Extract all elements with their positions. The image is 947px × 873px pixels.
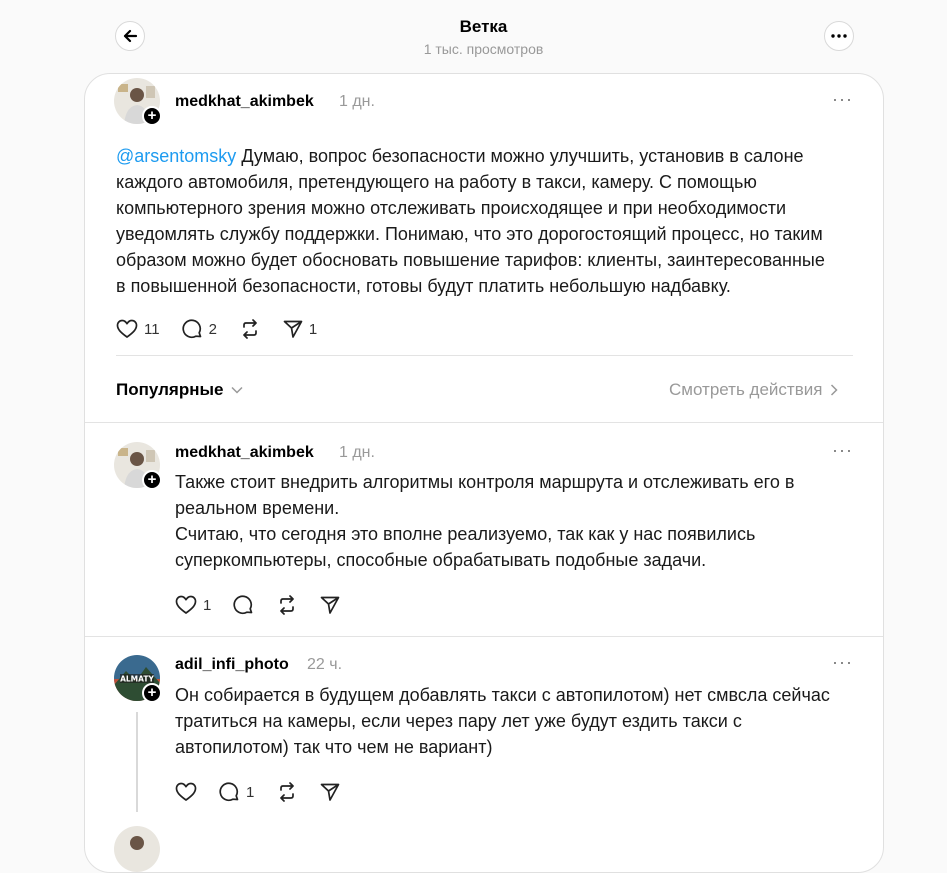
see-actions-label: Смотреть действия bbox=[669, 380, 823, 399]
post-text: @arsentomsky Думаю, вопрос безопасности … bbox=[116, 146, 825, 296]
reply-text: Он собирается в будущем добавлять такси … bbox=[175, 685, 830, 757]
reply-username[interactable]: medkhat_akimbek bbox=[175, 444, 314, 462]
comment-icon bbox=[219, 781, 239, 801]
post-username[interactable]: medkhat_akimbek bbox=[175, 93, 314, 111]
mention-link[interactable]: @arsentomsky bbox=[116, 146, 236, 166]
divider bbox=[85, 422, 883, 423]
repost-icon bbox=[280, 595, 295, 615]
reply-actions: 1 bbox=[175, 780, 362, 804]
reply-username[interactable]: adil_infi_photo bbox=[175, 656, 289, 674]
avatar[interactable] bbox=[114, 826, 160, 872]
share-button[interactable] bbox=[320, 782, 340, 802]
views-count: 1 тыс. просмотров bbox=[423, 41, 544, 57]
post-more-icon[interactable]: ··· bbox=[832, 89, 853, 110]
send-icon bbox=[320, 783, 340, 801]
repost-button[interactable] bbox=[239, 319, 261, 339]
thread-connector-line bbox=[136, 712, 138, 812]
reply-time: 1 дн. bbox=[339, 444, 375, 461]
see-actions-link[interactable]: Смотреть действия bbox=[669, 380, 838, 400]
reply-more-icon[interactable]: ··· bbox=[832, 440, 853, 461]
follow-plus-icon[interactable]: + bbox=[142, 683, 162, 703]
send-icon bbox=[320, 596, 340, 614]
share-count: 1 bbox=[308, 320, 318, 338]
heart-icon bbox=[175, 782, 197, 801]
more-horizontal-icon bbox=[831, 34, 847, 38]
post-actions: 11 2 1 bbox=[116, 317, 339, 341]
send-icon bbox=[283, 320, 303, 338]
reply-button[interactable] bbox=[233, 594, 254, 616]
repost-button[interactable] bbox=[276, 595, 298, 615]
heart-icon bbox=[175, 595, 197, 614]
reply-actions: 1 bbox=[175, 593, 362, 617]
avatar-photo bbox=[114, 826, 160, 872]
heart-icon bbox=[116, 319, 138, 338]
reply-more-icon[interactable]: ··· bbox=[832, 652, 853, 673]
comment-icon bbox=[233, 594, 253, 614]
repost-icon bbox=[280, 782, 295, 802]
chevron-down-icon bbox=[231, 386, 243, 394]
reply-count: 2 bbox=[208, 320, 217, 338]
divider bbox=[85, 636, 883, 637]
page-title: Ветка bbox=[459, 17, 508, 36]
thread-header: Ветка 1 тыс. просмотров bbox=[0, 0, 947, 72]
like-button[interactable]: 1 bbox=[175, 595, 211, 615]
reply-text: Также стоит внедрить алгоритмы контроля … bbox=[175, 472, 795, 570]
reply-button[interactable]: 1 bbox=[219, 781, 255, 803]
like-button[interactable]: 11 bbox=[116, 319, 160, 339]
reply-count: 1 bbox=[246, 783, 255, 801]
thread-card: + medkhat_akimbek 1 дн. ··· @arsentomsky… bbox=[84, 73, 884, 873]
follow-plus-icon[interactable]: + bbox=[142, 470, 162, 490]
reply-button[interactable]: 2 bbox=[181, 318, 217, 340]
follow-plus-icon[interactable]: + bbox=[142, 106, 162, 126]
post-time: 1 дн. bbox=[339, 93, 375, 110]
like-count: 1 bbox=[203, 596, 212, 614]
sort-label: Популярные bbox=[116, 380, 224, 399]
more-options-button[interactable] bbox=[824, 21, 854, 51]
sort-dropdown[interactable]: Популярные bbox=[116, 380, 243, 400]
reply-time: 22 ч. bbox=[307, 656, 343, 673]
divider bbox=[116, 355, 853, 356]
share-button[interactable]: 1 bbox=[283, 319, 317, 339]
share-button[interactable] bbox=[320, 595, 340, 615]
repost-button[interactable] bbox=[276, 782, 298, 802]
chevron-right-icon bbox=[831, 384, 838, 396]
svg-text:ALMATY: ALMATY bbox=[120, 675, 154, 684]
like-button[interactable] bbox=[175, 782, 197, 802]
comment-icon bbox=[181, 318, 201, 338]
repost-icon bbox=[243, 319, 257, 339]
like-count: 11 bbox=[144, 320, 160, 338]
